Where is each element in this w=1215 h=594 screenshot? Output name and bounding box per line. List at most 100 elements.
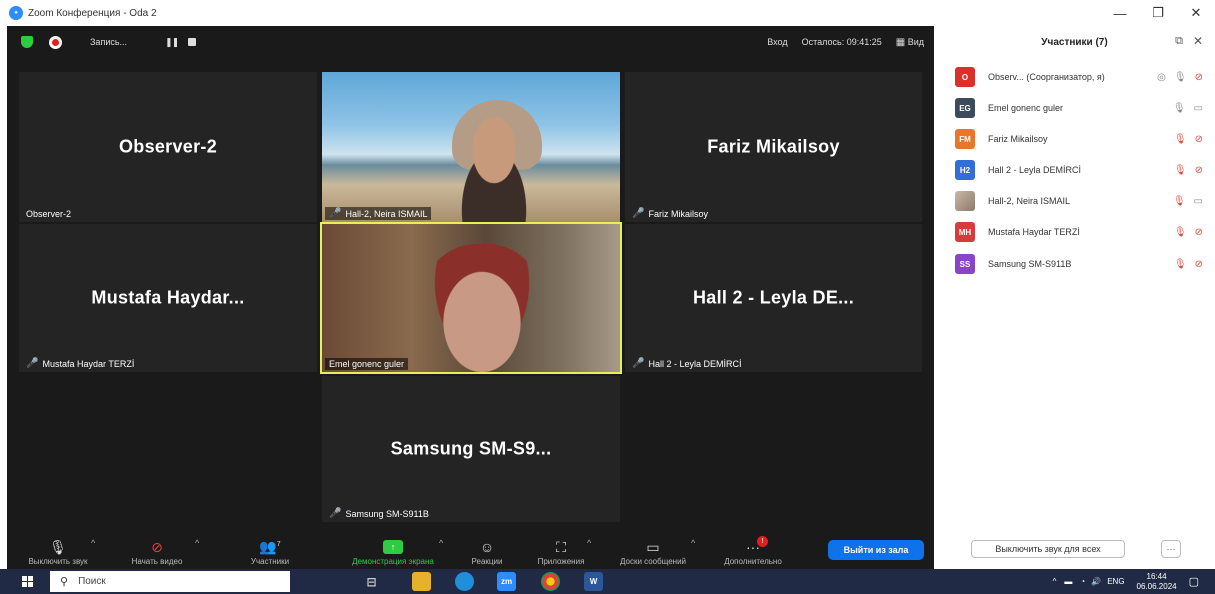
microphone-icon: 🎙 <box>1172 102 1186 114</box>
video-tile-neira[interactable]: 🎤 Hall-2, Neira ISMAIL <box>322 72 620 222</box>
participant-row[interactable]: SS Samsung SM-S911B 🎙 ⊘ <box>934 248 1215 280</box>
participant-row[interactable]: Hall-2, Neira ISMAIL 🎙 ▭ <box>934 185 1215 217</box>
participant-row[interactable]: FM Fariz Mikailsoy 🎙 ⊘ <box>934 123 1215 155</box>
participant-status-icons: ◎ 🎙 ⊘ <box>1157 72 1203 83</box>
clock-time: 16:44 <box>1146 571 1167 581</box>
tile-name-label: Observer-2 <box>26 209 72 219</box>
participant-row[interactable]: MH Mustafa Haydar TERZİ 🎙 ⊘ <box>934 216 1215 248</box>
mute-button[interactable]: 🎙 Выключить звук <box>15 533 101 569</box>
leave-room-button[interactable]: Выйти из зала <box>828 540 924 560</box>
tile-name-label: Hall-2, Neira ISMAIL <box>345 208 428 219</box>
avatar: SS <box>955 254 975 274</box>
volume-icon[interactable]: 🔊 <box>1091 577 1101 586</box>
view-button[interactable]: ▦ Вид <box>896 37 924 48</box>
search-placeholder: Поиск <box>78 576 106 587</box>
video-tile-observer[interactable]: Observer-2 Observer-2 <box>19 72 317 222</box>
video-options-caret-icon[interactable]: ^ <box>195 538 199 548</box>
avatar <box>955 191 975 211</box>
participant-video-image <box>422 244 542 372</box>
video-tile-emel-active-speaker[interactable]: Emel gonenc guler <box>320 222 622 374</box>
title-bar: ● Zoom Конференция - Oda 2 — ❐ ✕ <box>0 0 1215 26</box>
participant-row[interactable]: O Observ... (Соорганизатор, я) ◎ 🎙 ⊘ <box>934 61 1215 93</box>
language-indicator[interactable]: ENG <box>1107 577 1124 586</box>
notifications-icon[interactable]: ▢ <box>1189 575 1199 588</box>
panel-more-button[interactable]: ··· <box>1161 540 1181 558</box>
participants-label: Участники <box>250 557 290 566</box>
notification-badge: ! <box>757 536 768 547</box>
tile-name-tag: 🎤 Hall-2, Neira ISMAIL <box>325 207 432 220</box>
windows-start-icon[interactable] <box>22 576 33 587</box>
security-shield-icon[interactable] <box>21 36 33 48</box>
tile-display-name: Samsung SM-S9... <box>390 438 552 459</box>
video-off-icon: ⊘ <box>1194 226 1203 238</box>
video-tile-fariz[interactable]: Fariz Mikailsoy 🎤 Fariz Mikailsoy <box>625 72 922 222</box>
participants-button[interactable]: 👥7 Участники <box>237 533 303 569</box>
recording-label: Запись... <box>90 37 128 47</box>
close-panel-icon[interactable]: ✕ <box>1193 34 1203 48</box>
video-tile-leyla[interactable]: Hall 2 - Leyla DE... 🎤 Hall 2 - Leyla DEM… <box>625 224 922 372</box>
chrome-browser-icon[interactable] <box>541 572 560 591</box>
participant-name: Hall-2, Neira ISMAIL <box>988 196 1071 206</box>
muted-mic-icon: 🎙 <box>1173 164 1187 176</box>
whiteboards-button[interactable]: ▭ Доски сообщений <box>607 533 699 569</box>
system-tray: ^ ▬ ◔ 🔊 ENG 16:44 06.06.2024 ▢ <box>1053 569 1215 594</box>
audio-options-caret-icon[interactable]: ^ <box>91 538 95 548</box>
zoom-app-icon[interactable]: zm <box>497 572 516 591</box>
edge-browser-icon[interactable] <box>455 572 474 591</box>
apps-label: Приложения <box>537 557 585 566</box>
tile-name-label: Fariz Mikailsoy <box>648 208 708 219</box>
meeting-toolbar: 🎙 Выключить звук ^ ⊘ Начать видео ^ 👥7 У… <box>7 533 934 569</box>
microphone-icon[interactable]: 🎙 <box>1174 72 1187 83</box>
video-tile-samsung[interactable]: Samsung SM-S9... 🎤 Samsung SM-S911B <box>322 376 620 522</box>
mute-all-button[interactable]: Выключить звук для всех <box>971 540 1125 558</box>
video-off-icon: ⊘ <box>1194 258 1203 270</box>
avatar: H2 <box>955 160 975 180</box>
participant-row[interactable]: H2 Hall 2 - Leyla DEMİRCİ 🎙 ⊘ <box>934 154 1215 186</box>
word-app-icon[interactable]: W <box>584 572 603 591</box>
pop-out-icon[interactable]: ⧉ <box>1175 35 1183 48</box>
tile-display-name: Observer-2 <box>118 136 218 157</box>
muted-mic-icon: 🎙 <box>1173 133 1187 145</box>
taskbar-search[interactable]: ⚲ Поиск <box>50 571 290 592</box>
participant-status-icons: 🎙 ⊘ <box>1174 227 1203 238</box>
zoom-logo-icon: ● <box>9 6 23 20</box>
restore-button[interactable]: ❐ <box>1139 0 1177 26</box>
tile-name-label: Mustafa Haydar TERZİ <box>42 358 135 369</box>
participant-row[interactable]: EG Emel gonenc guler 🎙 ▭ <box>934 92 1215 124</box>
close-button[interactable]: ✕ <box>1177 0 1215 26</box>
muted-mic-icon: 🎙 <box>1173 258 1187 270</box>
mute-label: Выключить звук <box>28 557 88 566</box>
reactions-button[interactable]: ☺ Реакции <box>463 533 511 569</box>
task-view-icon[interactable]: ⊟ <box>362 572 381 591</box>
more-button[interactable]: ··· Дополнительно <box>711 533 795 569</box>
tile-display-name: Fariz Mikailsoy <box>707 136 840 157</box>
meeting-top-bar: Запись... ❚❚ Вход Осталось: 09:41:25 ▦ В… <box>7 26 934 58</box>
muted-mic-icon: 🎤 <box>632 208 645 219</box>
video-tile-mustafa[interactable]: Mustafa Haydar... 🎤 Mustafa Haydar TERZİ <box>19 224 317 372</box>
share-screen-icon: ↑ <box>383 540 403 554</box>
share-options-caret-icon[interactable]: ^ <box>439 538 443 548</box>
avatar: FM <box>955 129 975 149</box>
apps-options-caret-icon[interactable]: ^ <box>587 538 591 548</box>
enter-button[interactable]: Вход <box>767 37 787 47</box>
pause-recording-icon[interactable]: ❚❚ <box>165 37 179 48</box>
minimize-button[interactable]: — <box>1101 0 1139 26</box>
apps-button[interactable]: ⛶ Приложения <box>527 533 595 569</box>
video-off-icon: ⊘ <box>1194 164 1203 176</box>
stop-recording-icon[interactable] <box>188 38 197 46</box>
file-explorer-icon[interactable] <box>412 572 431 591</box>
show-hidden-icons-icon[interactable]: ^ <box>1053 577 1057 586</box>
video-off-icon: ⊘ <box>1194 71 1203 83</box>
share-screen-button[interactable]: ↑ Демонстрация экрана <box>337 533 449 569</box>
participant-status-icons: 🎙 ⊘ <box>1174 165 1203 176</box>
wifi-icon[interactable]: ◔ <box>1080 577 1085 586</box>
whiteboard-icon: ▭ <box>646 539 660 555</box>
start-video-button[interactable]: ⊘ Начать видео <box>117 533 197 569</box>
more-label: Дополнительно <box>724 557 782 566</box>
taskbar-clock[interactable]: 16:44 06.06.2024 <box>1137 572 1177 592</box>
participant-name: Mustafa Haydar TERZİ <box>988 227 1080 237</box>
video-on-icon: ▭ <box>1193 102 1203 114</box>
participant-name: Samsung SM-S911B <box>988 259 1072 269</box>
battery-icon[interactable]: ▬ <box>1064 577 1072 586</box>
whiteboards-options-caret-icon[interactable]: ^ <box>691 538 695 548</box>
